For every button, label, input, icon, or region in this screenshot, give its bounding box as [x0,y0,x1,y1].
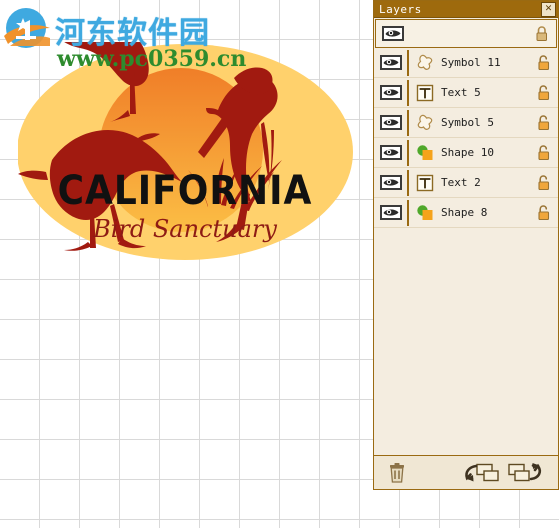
lock-closed-icon[interactable] [535,25,548,42]
bring-forward-icon[interactable] [507,463,543,483]
site-logo-icon [2,6,50,54]
visibility-toggle[interactable] [374,55,407,70]
layer-indent-bar [407,79,409,106]
trash-icon[interactable] [386,462,408,484]
eye-glyph [383,149,398,156]
lock-toggle[interactable] [528,54,558,71]
text-t-icon [416,84,434,101]
layer-row[interactable]: Symbol 5 [374,108,558,138]
symbol-blob-icon [417,114,433,130]
layer-row[interactable]: Text 2 [374,168,558,198]
symbol-blob-icon [417,54,433,70]
layer-indent-bar [407,109,409,136]
eye-glyph [383,119,398,126]
lock-open-icon[interactable] [537,54,550,71]
artwork-subtitle: Bird Sanctuary [92,215,277,243]
watermark-site-url: www.pc0359.cn [57,46,247,72]
layer-indent-bar [407,49,409,76]
close-icon[interactable]: ✕ [541,1,556,17]
layer-name: Text 2 [441,176,481,189]
trash-glyph [390,463,404,483]
layers-panel[interactable]: Layers ✕ Symbol 11 Text 5 Symbol 5 Shape… [373,0,559,490]
eye-icon[interactable] [379,85,402,100]
lock-open-icon[interactable] [537,174,550,191]
eye-glyph [385,30,400,37]
layer-row[interactable]: Shape 8 [374,198,558,228]
layer-name: Shape 8 [441,206,488,219]
layer-name: Symbol 11 [441,56,501,69]
layer-name: Symbol 5 [441,116,494,129]
eye-icon[interactable] [379,145,402,160]
eye-icon[interactable] [379,55,402,70]
layer-row[interactable]: Symbol 11 [374,48,558,78]
layers-panel-title: Layers [379,2,422,16]
lock-toggle[interactable] [526,25,556,42]
layer-indent-bar [407,199,409,226]
lock-toggle[interactable] [528,174,558,191]
lock-toggle[interactable] [528,204,558,221]
visibility-toggle[interactable] [374,145,407,160]
visibility-toggle[interactable] [374,85,407,100]
eye-glyph [383,179,398,186]
eye-glyph [383,89,398,96]
send-backward-glyph [465,463,499,482]
layer-name: Shape 10 [441,146,494,159]
layer-indent-bar [407,169,409,196]
eye-glyph [383,59,398,66]
visibility-toggle[interactable] [374,205,407,220]
layers-panel-titlebar[interactable]: Layers ✕ [374,1,558,18]
lock-open-icon[interactable] [537,114,550,131]
logo-artwork[interactable]: CALIFORNIA Bird Sanctuary [17,26,358,272]
lock-toggle[interactable] [528,114,558,131]
layer-row[interactable]: Shape 10 [374,138,558,168]
lock-open-icon[interactable] [537,84,550,101]
visibility-toggle[interactable] [376,26,409,41]
eye-glyph [383,209,398,216]
shape-circle-square-icon [417,204,433,220]
artwork-svg: CALIFORNIA Bird Sanctuary [17,26,353,260]
artwork-title: CALIFORNIA [58,168,313,214]
layer-root-row[interactable] [375,19,557,48]
eye-icon[interactable] [381,26,404,41]
visibility-toggle[interactable] [374,115,407,130]
layers-toolbar[interactable] [374,455,558,489]
lock-open-icon[interactable] [537,144,550,161]
lock-toggle[interactable] [528,144,558,161]
layer-name: Text 5 [441,86,481,99]
layer-row[interactable]: Text 5 [374,78,558,108]
layer-rows-container[interactable]: Symbol 11 Text 5 Symbol 5 Shape 10 Text … [374,48,558,228]
eye-icon[interactable] [379,115,402,130]
shape-circle-square-icon [417,144,433,160]
bring-forward-glyph [508,463,542,482]
eye-icon[interactable] [379,175,402,190]
layer-indent-bar [407,139,409,166]
eye-icon[interactable] [379,205,402,220]
lock-toggle[interactable] [528,84,558,101]
text-t-icon [416,174,434,191]
visibility-toggle[interactable] [374,175,407,190]
layer-list[interactable]: Symbol 11 Text 5 Symbol 5 Shape 10 Text … [374,19,558,455]
send-backward-icon[interactable] [464,463,500,483]
lock-open-icon[interactable] [537,204,550,221]
